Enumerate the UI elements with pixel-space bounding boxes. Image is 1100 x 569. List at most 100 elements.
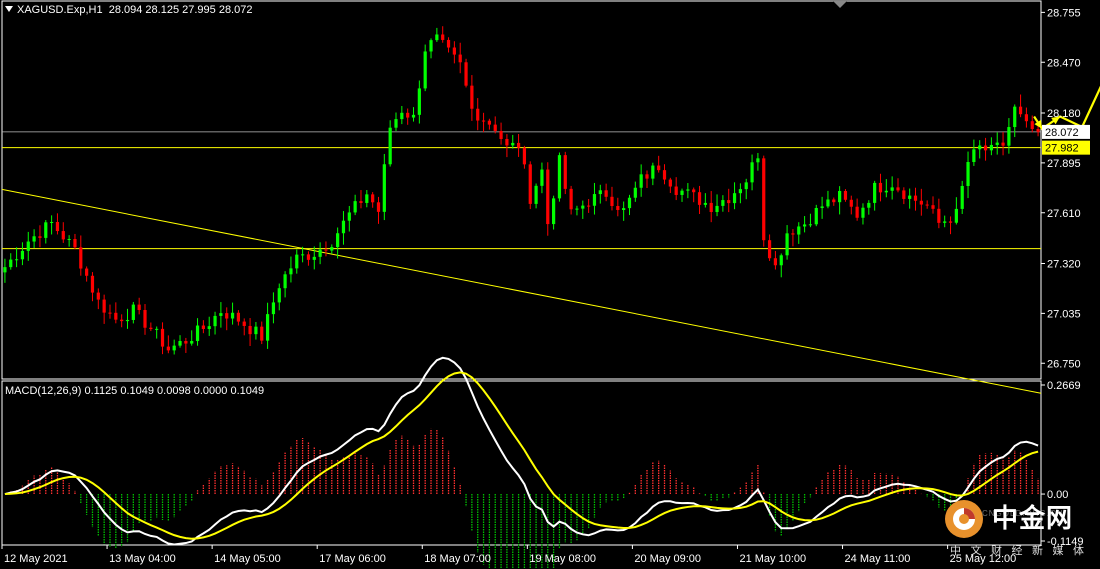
candle-body [172,345,176,351]
candle-body [738,189,742,194]
candle-body [67,238,71,240]
candle-body [20,250,25,260]
candle-body [511,142,515,146]
candle-body [750,162,754,183]
candle-body [178,341,182,346]
candle-body [458,54,462,63]
candle-body [9,259,13,268]
candle-body [686,189,690,191]
candle-body [797,226,801,235]
candle-body [610,196,614,206]
candle-body [44,222,48,238]
candle-body [376,202,381,212]
candle-body [236,312,241,322]
candle-body [878,182,883,193]
time-tick-label: 12 May 2021 [4,553,68,565]
candle-body [301,254,305,256]
macd-header: MACD(12,26,9) 0.1125 0.1049 0.0098 0.000… [5,385,265,397]
candle-body [715,205,719,213]
candle-body [756,158,760,163]
candles [3,26,1040,355]
candle-body [855,206,859,218]
candle-body [703,202,707,205]
candle-body [692,189,696,193]
candle-body [1013,106,1017,128]
candle-body [516,142,521,148]
candle-body [289,268,293,275]
candle-body [85,268,89,276]
candle-body [657,165,661,171]
candle-body [709,202,713,213]
candle-body [808,224,813,226]
watermark-logo: CNGOLD.ORG.CN 中金网 中 文 财 经 新 媒 体 [940,495,1100,561]
candle-body [143,310,147,328]
candle-body [838,190,842,203]
candle-body [464,62,468,86]
candle-body [120,319,124,322]
candle-body [762,158,766,241]
candle-body [1007,127,1011,146]
candle-body [919,200,923,205]
time-tick-label: 24 May 11:00 [845,553,911,565]
candle-body [73,238,77,248]
candle-body [219,313,223,316]
level-label: 27.982 [1045,143,1079,155]
time-tick-label: 21 May 10:00 [739,553,806,565]
candle-body [406,112,410,118]
candle-body [849,199,853,207]
time-tick-label: 20 May 09:00 [634,553,701,565]
time-tick-label: 14 May 05:00 [214,553,281,565]
candle-body [254,326,258,335]
candle-body [38,236,42,238]
candle-body [779,255,783,266]
candle-body [575,208,579,210]
watermark-tagline: 中 文 财 经 新 媒 体 [950,544,1087,557]
candle-body [867,202,871,208]
candle-body [873,182,877,203]
candle-body [639,174,643,188]
candle-body [598,190,602,195]
candle-body [131,304,135,320]
candle-body [534,185,538,204]
candle-body [908,195,912,199]
candle-body [989,144,993,151]
price-axis: 28.755 28.470 28.180 27.895 27.610 27.320 27.0… [1041,7,1090,370]
candle-body [1001,142,1005,146]
symbol-header[interactable]: XAGUSD.Exp,H1 28.094 28.125 27.995 28.07… [5,4,252,16]
chart-canvas: 28.755 28.470 28.180 27.895 27.610 27.320 27.0… [1,0,1100,569]
candle-body [972,149,976,163]
time-tick-label: 18 May 07:00 [424,553,491,565]
candle-body [341,220,346,234]
ohlc-values: 28.094 28.125 27.995 28.072 [108,4,253,16]
price-tick-label: 28.755 [1047,7,1081,19]
candle-body [476,108,480,121]
candle-body [954,208,958,223]
candle-body [814,207,818,225]
candle-body [365,194,369,203]
candle-body [528,164,532,204]
candle-body [26,241,30,251]
candle-body [505,138,509,146]
price-tick-label: 28.470 [1047,57,1081,69]
candle-body [802,224,807,227]
candle-body [336,233,340,248]
dropdown-triangle-icon[interactable] [5,6,13,12]
candle-body [727,200,731,204]
candle-body [569,188,573,210]
candle-body [14,259,19,261]
candle-body [645,174,649,179]
candle-body [277,288,281,303]
candle-body [616,205,620,211]
candle-body [400,112,404,120]
candle-body [435,34,439,41]
candle-body [785,233,789,256]
candle-body [697,192,702,205]
candle-body [732,193,737,204]
candle-body [265,314,270,341]
projection-path [1033,85,1100,131]
candle-body [50,221,54,223]
candle-body [1024,114,1029,122]
candle-body [604,190,608,197]
price-tick-label: 27.610 [1047,208,1081,220]
candle-body [937,208,941,223]
